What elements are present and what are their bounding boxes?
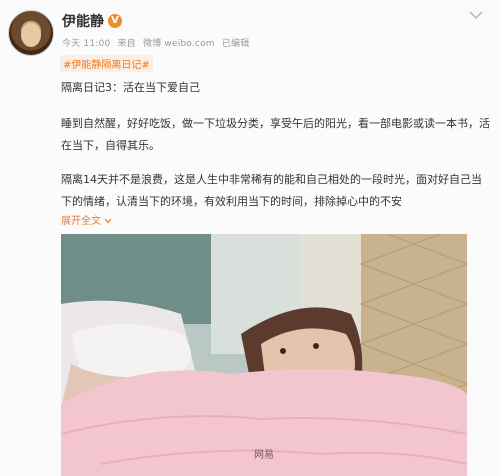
more-options-icon[interactable] [464,8,488,22]
post-title: 隔离日记3：活在当下爱自己 [61,81,200,94]
post-time: 今天 11:00 [62,39,111,49]
avatar-face [21,23,41,47]
post-source[interactable]: 微博 weibo.com [143,39,215,49]
weibo-post-card: 伊能静 V 今天 11:00 来自 微博 weibo.com 已编辑 #伊能静隔… [0,0,500,476]
edited-label: 已编辑 [221,39,250,49]
avatar[interactable] [8,10,54,56]
verified-badge-icon: V [108,14,122,28]
post-meta: 今天 11:00 来自 微博 weibo.com 已编辑 [62,36,253,49]
expand-label: 展开全文 [61,216,101,227]
photo-watermark: 网易 [254,450,274,461]
post-paragraph-1: 睡到自然醒，好好吃饭，做一下垃圾分类，享受午后的阳光，看一部电影或读一本书，活在… [61,117,490,152]
user-row: 伊能静 V [62,11,122,31]
hashtag-link[interactable]: #伊能静隔离日记# [60,55,153,72]
post-photo[interactable]: 网易 [61,234,467,476]
expand-full-text-link[interactable]: 展开全文 [61,212,112,227]
post-paragraph-2: 隔离14天并不是浪费，这是人生中非常稀有的能和自己相处的一段时光，面对好自己当下… [61,173,482,208]
username[interactable]: 伊能静 [62,11,104,31]
source-prefix: 来自 [117,39,136,49]
chevron-down-icon [104,216,112,227]
